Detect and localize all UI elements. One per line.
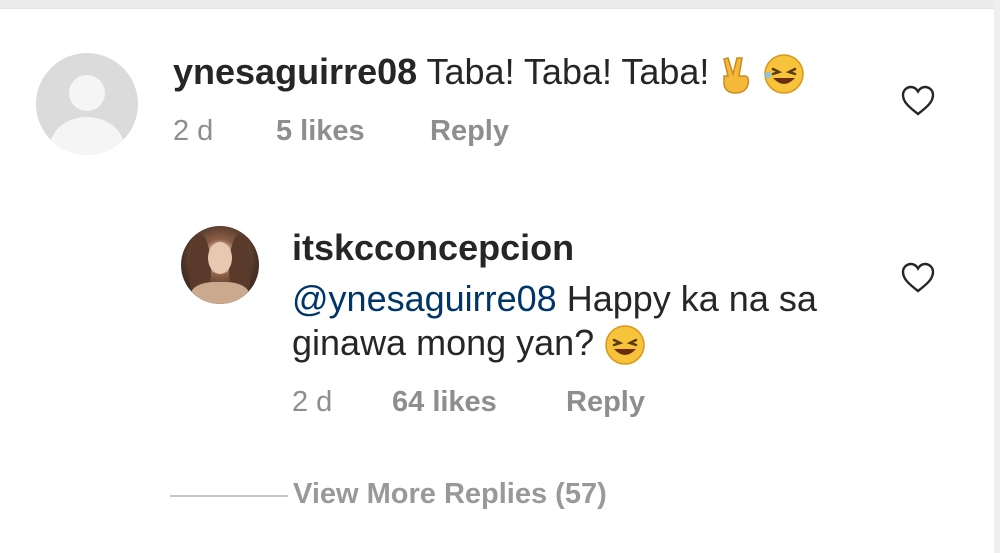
reply-text-part-1: Happy ka na sa bbox=[566, 278, 817, 319]
comment-username[interactable]: ynesaguirre08 bbox=[173, 51, 417, 92]
comment-1: ynesaguirre08 Taba! Taba! Taba! bbox=[173, 50, 805, 95]
view-more-divider bbox=[170, 495, 288, 497]
laughing-face-emoji bbox=[764, 54, 805, 95]
avatar-shirt bbox=[191, 282, 249, 304]
avatar-head bbox=[69, 75, 105, 111]
avatar-body bbox=[50, 117, 124, 155]
comment-time: 2 d bbox=[173, 115, 214, 147]
right-edge bbox=[994, 0, 1000, 553]
top-divider bbox=[0, 0, 1000, 9]
reply-button[interactable]: Reply bbox=[430, 115, 509, 148]
heart-icon[interactable] bbox=[900, 85, 936, 117]
comment-text: Taba! Taba! Taba! bbox=[426, 51, 710, 92]
heart-icon[interactable] bbox=[900, 262, 936, 294]
view-more-replies-button[interactable]: View More Replies (57) bbox=[293, 478, 607, 511]
reply-mention[interactable]: @ynesaguirre08 bbox=[292, 278, 557, 319]
victory-hand-emoji bbox=[723, 57, 750, 95]
reply-text-line-1: @ynesaguirre08 Happy ka na sa bbox=[292, 277, 817, 321]
grinning-squint-emoji bbox=[605, 325, 645, 366]
reply-reply-button[interactable]: Reply bbox=[566, 386, 645, 419]
reply-username[interactable]: itskcconcepcion bbox=[292, 226, 574, 270]
reply-likes[interactable]: 64 likes bbox=[392, 386, 497, 419]
avatar-default[interactable] bbox=[36, 53, 138, 155]
reply-time: 2 d bbox=[292, 386, 333, 418]
comment-likes[interactable]: 5 likes bbox=[276, 115, 365, 148]
reply-text-part-2: ginawa mong yan? bbox=[292, 322, 595, 363]
avatar-face bbox=[208, 242, 232, 274]
avatar-photo[interactable] bbox=[181, 226, 259, 304]
reply-text-line-2: ginawa mong yan? bbox=[292, 321, 646, 366]
